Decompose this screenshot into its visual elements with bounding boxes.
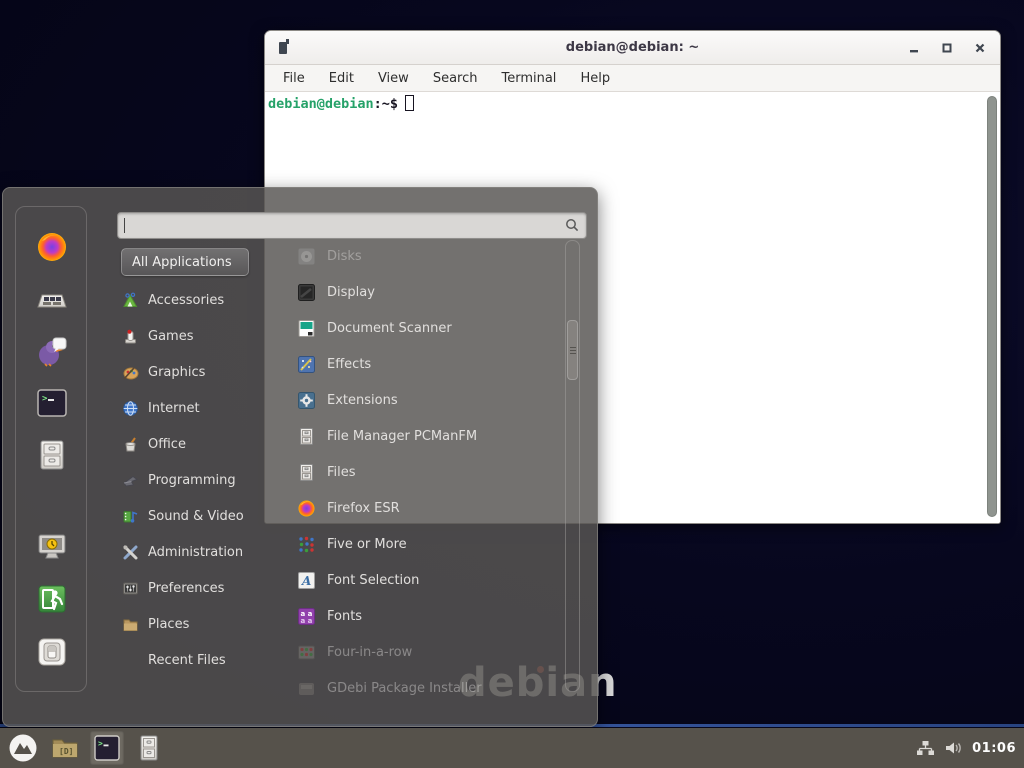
log-out-icon[interactable] (35, 582, 69, 616)
category-graphics[interactable]: Graphics (115, 354, 287, 390)
software-installer-icon[interactable] (35, 282, 69, 316)
taskbar-files-button[interactable] (132, 731, 166, 765)
application-menu: > All Applications Ac (2, 187, 598, 727)
volume-icon[interactable] (944, 740, 962, 756)
app-effects[interactable]: Effects (289, 346, 561, 382)
menu-scrollbar-track[interactable] (565, 240, 580, 692)
category-office[interactable]: Office (115, 426, 287, 462)
category-places[interactable]: Places (115, 606, 287, 642)
menu-help[interactable]: Help (570, 68, 620, 89)
file-cabinet-icon (297, 427, 316, 446)
app-document-scanner[interactable]: Document Scanner (289, 310, 561, 346)
close-button[interactable] (970, 38, 990, 58)
effects-icon (297, 355, 316, 374)
app-five-or-more[interactable]: Five or More (289, 526, 561, 562)
four-in-a-row-icon (297, 643, 316, 662)
categories-column: All Applications Accessories Games Graph… (115, 248, 287, 678)
svg-text:[D]: [D] (59, 747, 73, 756)
search-input[interactable] (117, 212, 587, 239)
app-file-manager-pcmanfm[interactable]: File Manager PCManFM (289, 418, 561, 454)
administration-icon (122, 544, 139, 561)
app-extensions[interactable]: Extensions (289, 382, 561, 418)
sound-video-icon (122, 508, 139, 525)
lock-screen-icon[interactable] (35, 530, 69, 564)
taskbar-folder-icon[interactable]: [D] (48, 731, 82, 765)
graphics-icon (122, 364, 139, 381)
svg-text:>: > (42, 394, 48, 404)
taskbar-clock[interactable]: 01:06 (972, 741, 1016, 756)
minimize-button[interactable] (904, 38, 924, 58)
prompt-user-host: debian@debian (268, 96, 374, 112)
terminal-window-icon (279, 42, 287, 54)
search-icon (565, 218, 579, 232)
file-manager-launcher-icon[interactable] (35, 438, 69, 472)
svg-text:>: > (98, 739, 103, 748)
terminal-scrollbar[interactable] (987, 96, 997, 517)
taskbar-terminal-button[interactable]: > (90, 731, 124, 765)
programming-icon (122, 472, 139, 489)
terminal-titlebar[interactable]: debian@debian: ~ (265, 31, 1000, 65)
office-icon (122, 436, 139, 453)
app-four-in-a-row[interactable]: Four-in-a-row (289, 634, 561, 670)
menu-view[interactable]: View (368, 68, 419, 89)
app-firefox-esr[interactable]: Firefox ESR (289, 490, 561, 526)
pidgin-icon[interactable] (35, 334, 69, 368)
menu-file[interactable]: File (273, 68, 315, 89)
games-icon (122, 328, 139, 345)
display-icon (297, 283, 316, 302)
search-caret (124, 218, 125, 233)
internet-icon (122, 400, 139, 417)
app-fonts[interactable]: a aa a Fonts (289, 598, 561, 634)
firefox-icon[interactable] (35, 230, 69, 264)
category-all-applications[interactable]: All Applications (121, 248, 249, 276)
category-administration[interactable]: Administration (115, 534, 287, 570)
app-display[interactable]: Display (289, 274, 561, 310)
category-recent-files[interactable]: Recent Files (115, 642, 287, 678)
extensions-icon (297, 391, 316, 410)
terminal-prompt: debian@debian:~$ (268, 95, 414, 112)
svg-text:A: A (301, 574, 311, 588)
menu-edit[interactable]: Edit (319, 68, 364, 89)
menu-button[interactable] (6, 731, 40, 765)
svg-text:a a: a a (301, 617, 313, 625)
five-or-more-icon (297, 535, 316, 554)
favorites-column: > (15, 206, 87, 692)
firefox-icon (297, 499, 316, 518)
network-icon[interactable] (916, 740, 934, 756)
accessories-icon (122, 292, 139, 309)
category-programming[interactable]: Programming (115, 462, 287, 498)
prompt-path: :~$ (374, 96, 398, 112)
terminal-cursor (405, 95, 414, 111)
menu-terminal[interactable]: Terminal (491, 68, 566, 89)
category-accessories[interactable]: Accessories (115, 282, 287, 318)
menu-search[interactable]: Search (423, 68, 488, 89)
terminal-launcher-icon[interactable]: > (35, 386, 69, 420)
file-cabinet-icon (297, 463, 316, 482)
app-font-selection[interactable]: A Font Selection (289, 562, 561, 598)
category-internet[interactable]: Internet (115, 390, 287, 426)
font-selection-icon: A (297, 571, 316, 590)
app-disks[interactable]: Disks (289, 238, 561, 274)
disks-icon (297, 247, 316, 266)
category-sound-video[interactable]: Sound & Video (115, 498, 287, 534)
app-files[interactable]: Files (289, 454, 561, 490)
terminal-window-title: debian@debian: ~ (265, 31, 1000, 64)
desktop: debian debian@debian: ~ File Edit View (0, 0, 1024, 768)
gdebi-icon (297, 679, 316, 698)
maximize-button[interactable] (937, 38, 957, 58)
app-gdebi-package-installer[interactable]: GDebi Package Installer (289, 670, 561, 700)
applications-list: Disks Display Document Scanner Effects E… (289, 238, 561, 700)
menu-scrollbar-thumb[interactable] (567, 320, 578, 380)
preferences-icon (122, 580, 139, 597)
terminal-menubar: File Edit View Search Terminal Help (265, 65, 1000, 92)
document-scanner-icon (297, 319, 316, 338)
category-games[interactable]: Games (115, 318, 287, 354)
fonts-icon: a aa a (297, 607, 316, 626)
taskbar: [D] > 01:06 (0, 728, 1024, 768)
shut-down-icon[interactable] (35, 635, 69, 669)
places-icon (122, 616, 139, 633)
category-preferences[interactable]: Preferences (115, 570, 287, 606)
